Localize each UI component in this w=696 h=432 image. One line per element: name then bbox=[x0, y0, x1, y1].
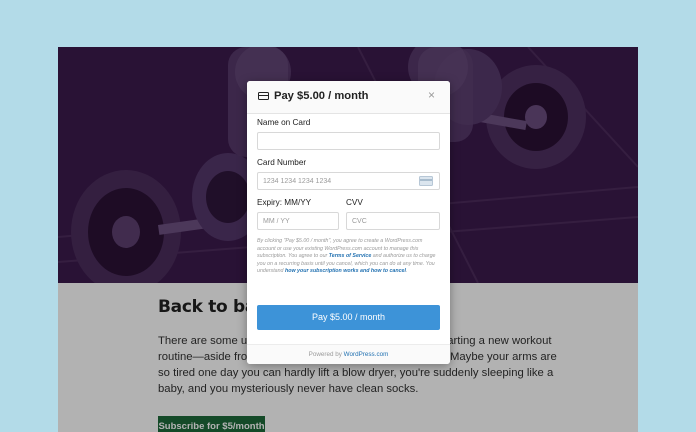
name-on-card-label: Name on Card bbox=[257, 118, 311, 127]
expiry-input[interactable] bbox=[257, 212, 339, 230]
modal-title: Pay $5.00 / month bbox=[274, 90, 369, 102]
wordpress-link[interactable]: WordPress.com bbox=[344, 351, 389, 358]
pay-button[interactable]: Pay $5.00 / month bbox=[257, 305, 440, 330]
payment-modal: Pay $5.00 / month × Name on Card Card Nu… bbox=[247, 81, 450, 364]
subscription-help-link[interactable]: how your subscription works and how to c… bbox=[285, 268, 406, 274]
credit-card-icon bbox=[258, 92, 269, 100]
modal-header: Pay $5.00 / month × bbox=[247, 81, 450, 114]
name-on-card-input[interactable] bbox=[257, 132, 440, 150]
card-number-input[interactable] bbox=[257, 172, 440, 190]
cvv-input[interactable] bbox=[346, 212, 440, 230]
card-brand-icon bbox=[419, 176, 433, 186]
expiry-label: Expiry: MM/YY bbox=[257, 198, 312, 207]
terms-end: . bbox=[405, 268, 408, 275]
modal-footer: Powered by WordPress.com bbox=[247, 344, 450, 364]
terms-of-service-link[interactable]: Terms of Service bbox=[329, 253, 372, 259]
terms-text: By clicking "Pay $5.00 / month", you agr… bbox=[257, 238, 441, 276]
close-icon[interactable]: × bbox=[428, 89, 435, 102]
cvv-label: CVV bbox=[346, 198, 363, 207]
card-number-label: Card Number bbox=[257, 158, 307, 167]
powered-by-text: Powered by bbox=[308, 351, 344, 358]
